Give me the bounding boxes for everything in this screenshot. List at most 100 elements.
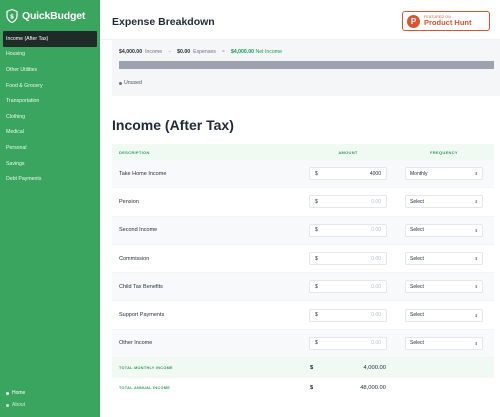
chevron-updown-icon: ⬍: [474, 227, 478, 233]
producthunt-text: FEATURED ON Product Hunt: [424, 15, 472, 27]
total-amount: $ 4,000.00: [302, 365, 394, 371]
row-description: Second Income: [119, 227, 158, 234]
frequency-value: Select: [410, 340, 424, 347]
column-header-amount: AMOUNT: [338, 149, 358, 155]
currency-symbol: $: [315, 255, 318, 262]
amount-input[interactable]: $ 0.00: [309, 308, 387, 322]
chevron-updown-icon: ⬍: [474, 171, 478, 177]
amount-input[interactable]: $ 4000: [309, 167, 387, 181]
table-row: Support Payments $ 0.00 Select ⬍: [112, 301, 494, 330]
currency-symbol: $: [315, 170, 318, 177]
frequency-value: Select: [410, 198, 424, 205]
currency-symbol: $: [310, 365, 314, 372]
amount-placeholder: 0.00: [371, 227, 381, 234]
legend-unused-label: Unused: [124, 80, 142, 86]
amount-input[interactable]: $ 0.00: [309, 252, 387, 266]
table-row: Other Income $ 0.00 Select ⬍: [112, 329, 494, 359]
frequency-value: Select: [410, 283, 424, 290]
row-amount-cell: $ 0.00: [302, 308, 394, 322]
sidebar-item-savings[interactable]: Savings: [0, 156, 100, 172]
legend-dot-icon: [119, 81, 122, 85]
frequency-value: Monthly: [410, 170, 428, 177]
currency-symbol: $: [315, 227, 318, 234]
net-income-label: Net Income: [255, 49, 282, 55]
amount-input[interactable]: $ 0.00: [309, 280, 387, 294]
svg-text:$: $: [10, 14, 14, 21]
total-label: TOTAL ANNUAL INCOME: [119, 386, 171, 391]
producthunt-icon: P: [407, 14, 420, 28]
section-title: Income (After Tax): [112, 117, 234, 133]
table-row: Second Income $ 0.00 Select ⬍: [112, 216, 494, 245]
column-header-description: DESCRIPTION: [119, 149, 150, 155]
table-row: Child Tax Benefits $ 0.00 Select ⬍: [112, 273, 494, 302]
frequency-select[interactable]: Select ⬍: [405, 280, 483, 294]
total-value: 48,000.00: [360, 385, 386, 392]
frequency-select[interactable]: Select ⬍: [405, 223, 483, 237]
breakdown-bar-unused: [119, 61, 494, 69]
chevron-updown-icon: ⬍: [474, 340, 478, 346]
bullet-icon: [6, 391, 9, 395]
app-logo[interactable]: $ QuickBudget: [6, 7, 85, 25]
row-frequency-cell: Select ⬍: [394, 280, 494, 294]
page-title: Expense Breakdown: [112, 16, 215, 28]
summary-equation: $4,000.00 Income − $0.00 Expenses = $4,0…: [119, 49, 282, 55]
frequency-value: Select: [410, 255, 424, 262]
frequency-select[interactable]: Select ⬍: [405, 195, 483, 209]
amount-value: 4000: [369, 170, 381, 177]
legend-unused: Unused: [119, 80, 142, 86]
total-value: 4,000.00: [363, 365, 386, 372]
sidebar-item-other-utilities[interactable]: Other Utilities: [0, 62, 100, 78]
row-description: Pension: [119, 198, 139, 205]
chevron-updown-icon: ⬍: [474, 199, 478, 205]
row-amount-cell: $ 0.00: [302, 223, 394, 237]
total-label: TOTAL MONTHLY INCOME: [119, 366, 173, 371]
minus-sign: −: [168, 49, 172, 55]
sidebar-item-income[interactable]: Income (After Tax): [3, 31, 97, 47]
row-frequency-cell: Select ⬍: [394, 195, 494, 209]
amount-input[interactable]: $ 0.00: [309, 336, 387, 350]
sidebar-item-transportation[interactable]: Transportation: [0, 93, 100, 109]
currency-symbol: $: [315, 198, 318, 205]
row-amount-cell: $ 0.00: [302, 252, 394, 266]
table-row: Commission $ 0.00 Select ⬍: [112, 245, 494, 274]
sidebar-item-medical[interactable]: Medical: [0, 125, 100, 141]
producthunt-badge[interactable]: P FEATURED ON Product Hunt: [402, 11, 490, 31]
frequency-select[interactable]: Select ⬍: [405, 252, 483, 266]
row-frequency-cell: Select ⬍: [394, 223, 494, 237]
row-description: Child Tax Benefits: [119, 283, 163, 290]
sidebar-item-clothing[interactable]: Clothing: [0, 109, 100, 125]
amount-input[interactable]: $ 0.00: [309, 195, 387, 209]
row-amount-cell: $ 0.00: [302, 336, 394, 350]
total-amount: $ 48,000.00: [302, 385, 394, 391]
row-amount-cell: $ 0.00: [302, 280, 394, 294]
bullet-icon: [6, 403, 9, 407]
sidebar-item-debt-payments[interactable]: Debt Payments: [0, 171, 100, 187]
frequency-select[interactable]: Monthly ⬍: [405, 167, 483, 181]
main-content: Expense Breakdown P FEATURED ON Product …: [100, 0, 500, 417]
expense-summary: $4,000.00 Income − $0.00 Expenses = $4,0…: [112, 40, 500, 96]
row-amount-cell: $ 4000: [302, 167, 394, 181]
row-description: Commission: [119, 255, 150, 262]
income-table: DESCRIPTION AMOUNT FREQUENCY Take Home I…: [112, 144, 494, 399]
table-row: Pension $ 0.00 Select ⬍: [112, 188, 494, 217]
frequency-value: Select: [410, 312, 424, 319]
footer-link-home[interactable]: Home: [6, 387, 25, 399]
footer-link-about[interactable]: About: [6, 399, 25, 411]
sidebar-item-food-grocery[interactable]: Food & Grocery: [0, 78, 100, 94]
amount-placeholder: 0.00: [371, 312, 381, 319]
row-frequency-cell: Monthly ⬍: [394, 167, 494, 181]
frequency-select[interactable]: Select ⬍: [405, 336, 483, 350]
frequency-select[interactable]: Select ⬍: [405, 308, 483, 322]
sidebar-item-personal[interactable]: Personal: [0, 140, 100, 156]
producthunt-big-text: Product Hunt: [424, 18, 472, 27]
sidebar-item-housing[interactable]: Housing: [0, 47, 100, 63]
table-row: Take Home Income $ 4000 Monthly ⬍: [112, 160, 494, 189]
currency-symbol: $: [310, 385, 314, 392]
wallet-shield-icon: $: [6, 9, 18, 23]
amount-placeholder: 0.00: [371, 255, 381, 262]
row-amount-cell: $ 0.00: [302, 195, 394, 209]
row-description: Other Income: [119, 340, 153, 347]
row-description: Support Payments: [119, 312, 165, 319]
sidebar-nav: Income (After Tax) Housing Other Utiliti…: [0, 31, 100, 187]
amount-input[interactable]: $ 0.00: [309, 223, 387, 237]
